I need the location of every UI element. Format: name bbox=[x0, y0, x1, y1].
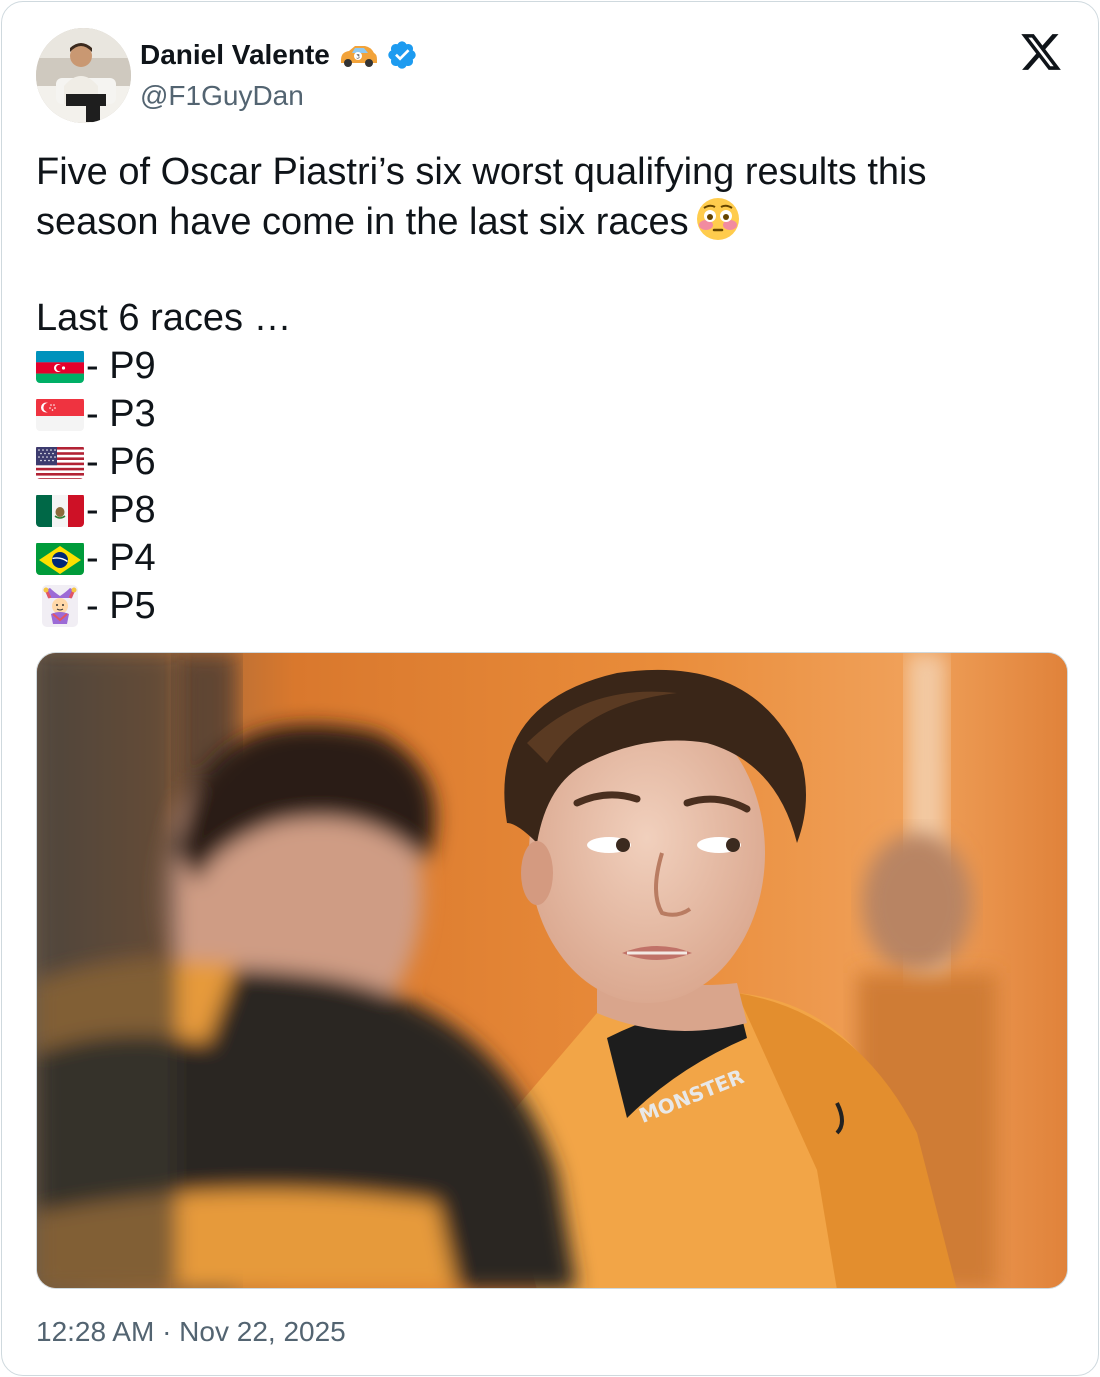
tweet-timestamp[interactable]: 12:28 AM · Nov 22, 2025 bbox=[36, 1316, 346, 1348]
tweet-text-line-2-text: season have come in the last six races bbox=[36, 201, 689, 243]
brazil-flag-icon bbox=[36, 541, 84, 575]
race-result-brazil: - P4 bbox=[86, 537, 156, 579]
avatar-image bbox=[36, 28, 131, 123]
race-result-usa: - P6 bbox=[86, 441, 156, 483]
race-result-mexico: - P8 bbox=[86, 489, 156, 531]
race-car-emoji-icon: 3 bbox=[338, 42, 378, 68]
avatar[interactable] bbox=[36, 28, 131, 123]
usa-flag-icon bbox=[36, 445, 84, 479]
race-row-mexico: - P8 bbox=[36, 486, 1066, 534]
race-result-jester: - P5 bbox=[86, 585, 156, 627]
tweet-card: Daniel Valente 3 @F1GuyDan Five of Oscar… bbox=[1, 1, 1099, 1376]
race-row-usa: - P6 bbox=[36, 438, 1066, 486]
verified-badge-icon[interactable] bbox=[386, 39, 418, 71]
tweet-photo-image: MONSTER bbox=[37, 653, 1067, 1288]
tweet-intro: Last 6 races … bbox=[36, 297, 292, 339]
race-result-singapore: - P3 bbox=[86, 393, 156, 435]
flushed-face-emoji-icon bbox=[695, 196, 741, 242]
x-logo-icon[interactable] bbox=[1018, 30, 1064, 74]
display-name[interactable]: Daniel Valente bbox=[140, 39, 330, 71]
svg-text:3: 3 bbox=[356, 54, 360, 61]
singapore-flag-icon bbox=[36, 397, 84, 431]
mexico-flag-icon bbox=[36, 493, 84, 527]
race-row-singapore: - P3 bbox=[36, 390, 1066, 438]
azerbaijan-flag-icon bbox=[36, 349, 84, 383]
tweet-text-line-2: season have come in the last six races bbox=[36, 196, 1066, 246]
race-row-brazil: - P4 bbox=[36, 534, 1066, 582]
tweet-text: Five of Oscar Piastri’s six worst qualif… bbox=[36, 148, 1066, 630]
author-name-row[interactable]: Daniel Valente 3 bbox=[140, 38, 418, 72]
jester-emoji-icon bbox=[36, 582, 84, 630]
race-result-azerbaijan: - P9 bbox=[86, 345, 156, 387]
race-row-jester: - P5 bbox=[36, 582, 1066, 630]
tweet-text-line-1: Five of Oscar Piastri’s six worst qualif… bbox=[36, 151, 927, 193]
tweet-photo[interactable]: MONSTER bbox=[36, 652, 1068, 1289]
race-row-azerbaijan: - P9 bbox=[36, 342, 1066, 390]
author-handle[interactable]: @F1GuyDan bbox=[140, 80, 304, 112]
